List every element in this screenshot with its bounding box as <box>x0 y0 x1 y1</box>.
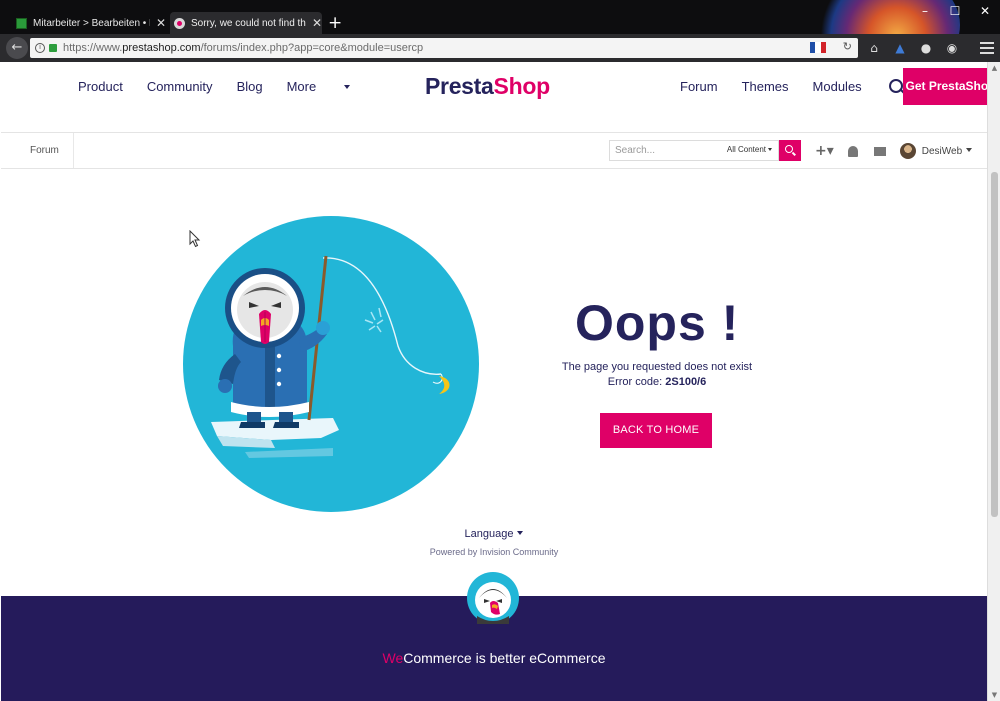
tab-title: Mitarbeiter > Bearbeiten • De <box>33 17 150 29</box>
tab-favicon-icon <box>174 17 185 29</box>
error-code: 2S100/6 <box>665 376 707 388</box>
browser-tab-active[interactable]: Sorry, we could not find tha ✕ <box>170 12 322 34</box>
minimize-icon[interactable]: – <box>910 0 940 22</box>
site-header: Product Community Blog More PrestaShop F… <box>1 62 987 112</box>
messages-envelope-icon[interactable] <box>873 146 886 156</box>
lock-icon <box>49 44 57 52</box>
info-extension-icon[interactable]: ● <box>916 39 936 57</box>
get-prestashop-button[interactable]: Get PrestaShop <box>903 68 987 105</box>
search-button[interactable] <box>779 140 801 161</box>
close-window-icon[interactable]: ✕ <box>970 0 1000 22</box>
home-icon[interactable]: ⌂ <box>864 39 884 57</box>
tab-close-icon[interactable]: ✕ <box>312 16 322 30</box>
window-controls: – ☐ ✕ <box>910 0 1000 22</box>
maximize-icon[interactable]: ☐ <box>940 0 970 22</box>
forum-search-box: All Content <box>609 140 779 161</box>
toolbar-icons: ⌂ ▲ ● ◉ <box>864 39 968 57</box>
nav-forum[interactable]: Forum <box>680 79 718 94</box>
new-tab-button[interactable]: + <box>328 12 342 34</box>
user-bar: +▾ DesiWeb <box>815 143 973 159</box>
error-message: The page you requested does not exist <box>561 361 753 373</box>
tab-close-icon[interactable]: ✕ <box>156 16 166 30</box>
avatar[interactable] <box>899 143 916 159</box>
url-text[interactable]: https://www.prestashop.com/forums/index.… <box>63 42 423 54</box>
page-scrollbar[interactable]: ▲ ▼ <box>987 62 1000 701</box>
fishing-puffin-illustration <box>183 216 479 512</box>
browser-tab[interactable]: Mitarbeiter > Bearbeiten • De ✕ <box>16 12 166 34</box>
language-selector[interactable]: Language <box>1 528 987 540</box>
menu-icon[interactable] <box>980 42 994 57</box>
nav-product[interactable]: Product <box>78 79 123 94</box>
address-bar[interactable]: i https://www.prestashop.com/forums/inde… <box>30 38 858 58</box>
search-icon[interactable] <box>888 79 904 94</box>
error-code-line: Error code: 2S100/6 <box>557 376 757 388</box>
caret-down-icon <box>344 85 351 89</box>
french-flag-icon[interactable] <box>810 42 826 53</box>
forum-subbar: Forum All Content +▾ DesiWeb <box>1 132 987 169</box>
notifications-bell-icon[interactable] <box>847 145 858 157</box>
search-scope-dropdown[interactable]: All Content <box>727 145 772 154</box>
nav-modules[interactable]: Modules <box>813 79 904 94</box>
back-to-home-button[interactable]: BACK TO HOME <box>600 413 712 448</box>
caret-down-icon <box>966 147 973 152</box>
prestashop-logo[interactable]: PrestaShop <box>425 73 550 100</box>
downloads-icon[interactable]: ▲ <box>890 39 910 57</box>
footer-tagline: WeCommerce is better eCommerce <box>382 650 606 666</box>
tab-favicon-icon <box>16 17 27 29</box>
browser-tab-strip: Mitarbeiter > Bearbeiten • De ✕ Sorry, w… <box>0 0 1000 34</box>
powered-by-link[interactable]: Powered by Invision Community <box>1 547 987 557</box>
create-menu-icon[interactable]: +▾ <box>815 143 834 159</box>
page-viewport: Product Community Blog More PrestaShop F… <box>1 62 987 701</box>
reload-icon[interactable]: ↻ <box>843 40 852 53</box>
error-code-label: Error code: <box>607 376 663 388</box>
nav-themes[interactable]: Themes <box>742 79 789 94</box>
ublock-icon[interactable]: ◉ <box>942 39 962 57</box>
scroll-down-icon[interactable]: ▼ <box>988 691 1000 699</box>
scroll-up-icon[interactable]: ▲ <box>988 64 1000 72</box>
error-title: Oops ! <box>575 295 740 351</box>
browser-toolbar: ← i https://www.prestashop.com/forums/in… <box>0 34 1000 62</box>
caret-down-icon <box>768 148 772 151</box>
nav-blog[interactable]: Blog <box>237 79 263 94</box>
user-menu[interactable]: DesiWeb <box>922 146 973 157</box>
main-nav-left: Product Community Blog More <box>78 79 374 94</box>
nav-more[interactable]: More <box>287 79 351 94</box>
main-nav-right: Forum Themes Modules <box>680 79 928 94</box>
nav-community[interactable]: Community <box>147 79 213 94</box>
mouse-cursor-icon <box>189 230 201 248</box>
search-input[interactable] <box>615 143 710 158</box>
prestashop-puffin-logo-icon[interactable] <box>467 572 519 624</box>
scrollbar-thumb[interactable] <box>991 172 998 517</box>
site-info-icon[interactable]: i <box>35 43 45 53</box>
breadcrumb-forum[interactable]: Forum <box>1 133 74 168</box>
caret-down-icon <box>517 531 524 535</box>
back-arrow-icon[interactable]: ← <box>6 37 28 59</box>
tab-title: Sorry, we could not find tha <box>191 17 306 29</box>
